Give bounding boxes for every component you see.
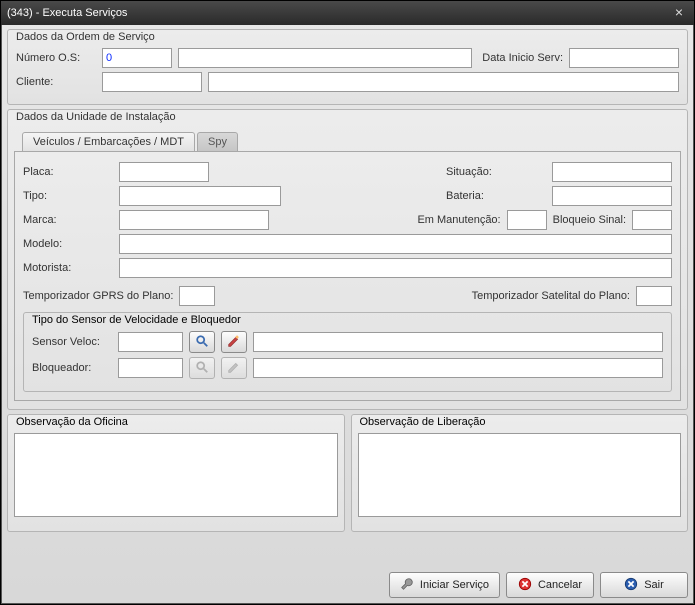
sensor-group: Tipo do Sensor de Velocidade e Bloquedor… (23, 312, 672, 392)
tabpanel-veiculos: Placa: Situação: Tipo: Bateria: Marca: (14, 151, 681, 401)
motorista-label: Motorista: (23, 262, 113, 274)
bloqueador-search-button (189, 357, 215, 379)
situacao-value (552, 162, 672, 182)
em-manut-value (507, 210, 547, 230)
obs-wrap: Observação da Oficina Observação de Libe… (7, 414, 688, 532)
cancel-icon (518, 577, 532, 594)
obs-oficina-legend: Observação da Oficina (16, 416, 128, 428)
exit-icon (624, 577, 638, 594)
bloqueador-label: Bloqueador: (32, 362, 112, 374)
marca-label: Marca: (23, 214, 113, 226)
numero-os-input[interactable] (102, 48, 172, 68)
tabs: Veículos / Embarcações / MDT Spy (22, 132, 681, 151)
search-icon (195, 360, 209, 377)
obs-liberacao-group: Observação de Liberação (351, 414, 689, 532)
pencil-icon (227, 360, 241, 377)
sensor-veloc-desc (253, 332, 663, 352)
sair-label: Sair (644, 579, 664, 591)
iniciar-servico-label: Iniciar Serviço (420, 579, 489, 591)
sensor-veloc-search-button[interactable] (189, 331, 215, 353)
placa-value (119, 162, 209, 182)
bloqueador-edit-button (221, 357, 247, 379)
search-icon (195, 334, 209, 351)
sensor-veloc-input[interactable] (118, 332, 183, 352)
sensor-veloc-label: Sensor Veloc: (32, 336, 112, 348)
cliente-code (102, 72, 202, 92)
temp-gprs-label: Temporizador GPRS do Plano: (23, 290, 173, 302)
motorista-value (119, 258, 672, 278)
iniciar-servico-button[interactable]: Iniciar Serviço (389, 572, 500, 598)
window: (343) - Executa Serviços × Dados da Orde… (0, 0, 695, 605)
bateria-value (552, 186, 672, 206)
placa-label: Placa: (23, 166, 113, 178)
tipo-label: Tipo: (23, 190, 113, 202)
bateria-label: Bateria: (446, 190, 546, 202)
tab-veiculos[interactable]: Veículos / Embarcações / MDT (22, 132, 195, 151)
temp-gprs-value (179, 286, 215, 306)
marca-value (119, 210, 269, 230)
obs-oficina-group: Observação da Oficina (7, 414, 345, 532)
obs-liberacao-legend: Observação de Liberação (360, 416, 486, 428)
sensor-veloc-edit-button[interactable] (221, 331, 247, 353)
tab-spy[interactable]: Spy (197, 132, 238, 151)
bloqueio-sinal-label: Bloqueio Sinal: (553, 214, 626, 226)
group-os: Dados da Ordem de Serviço Número O.S: Da… (7, 29, 688, 105)
tipo-value (119, 186, 281, 206)
cliente-label: Cliente: (16, 76, 96, 88)
group-os-legend: Dados da Ordem de Serviço (16, 31, 155, 43)
window-title: (343) - Executa Serviços (7, 7, 670, 19)
numero-os-desc (178, 48, 472, 68)
temp-sat-value (636, 286, 672, 306)
em-manut-label: Em Manutenção: (417, 214, 500, 226)
obs-oficina-textarea[interactable] (14, 433, 338, 517)
sensor-group-legend: Tipo do Sensor de Velocidade e Bloquedor (32, 314, 241, 326)
group-unit: Dados da Unidade de Instalação Veículos … (7, 109, 688, 410)
sair-button[interactable]: Sair (600, 572, 688, 598)
temp-sat-label: Temporizador Satelital do Plano: (472, 290, 630, 302)
situacao-label: Situação: (446, 166, 546, 178)
wrench-icon (400, 577, 414, 594)
group-unit-legend: Dados da Unidade de Instalação (16, 111, 176, 123)
cliente-name (208, 72, 679, 92)
bloqueador-input[interactable] (118, 358, 183, 378)
cancelar-label: Cancelar (538, 579, 582, 591)
close-icon[interactable]: × (670, 5, 688, 21)
bloqueio-sinal-value (632, 210, 672, 230)
numero-os-label: Número O.S: (16, 52, 96, 64)
bloqueador-desc (253, 358, 663, 378)
cancelar-button[interactable]: Cancelar (506, 572, 594, 598)
modelo-label: Modelo: (23, 238, 113, 250)
titlebar: (343) - Executa Serviços × (1, 1, 694, 25)
obs-liberacao-textarea[interactable] (358, 433, 682, 517)
data-inicio-label: Data Inicio Serv: (482, 52, 563, 64)
modelo-value (119, 234, 672, 254)
content: Dados da Ordem de Serviço Número O.S: Da… (1, 25, 694, 566)
pencil-icon (227, 334, 241, 351)
data-inicio-value (569, 48, 679, 68)
footer: Iniciar Serviço Cancelar Sair (1, 566, 694, 604)
